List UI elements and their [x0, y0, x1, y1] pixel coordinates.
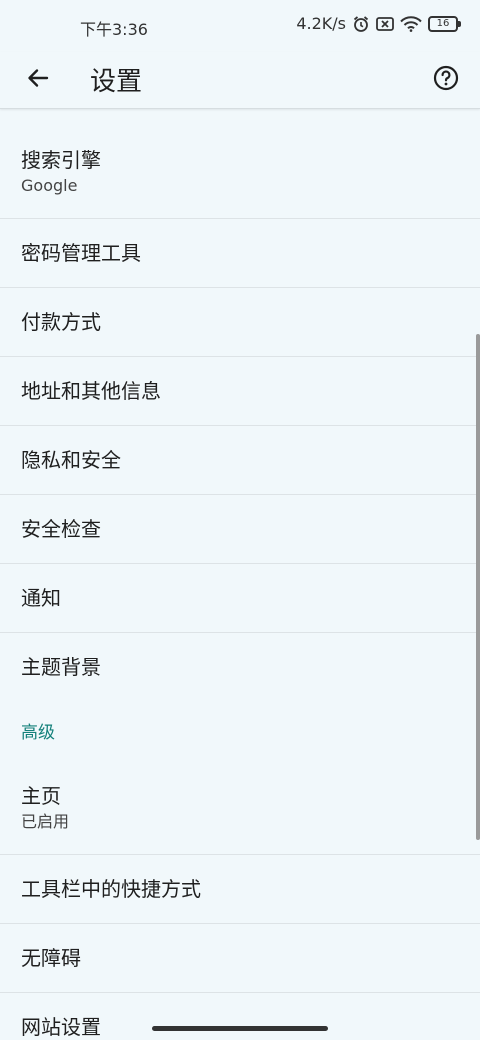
setting-payment-methods[interactable]: 付款方式: [0, 288, 480, 357]
settings-screen: 下午3:36 4.2K/s 16 设置 搜索引擎 Google 密码管理工具 付…: [0, 0, 480, 1040]
scrollbar[interactable]: [476, 334, 480, 840]
alarm-icon: [352, 15, 370, 33]
status-bar: 下午3:36 4.2K/s 16: [0, 0, 480, 52]
setting-subtitle: Google: [21, 176, 78, 195]
setting-homepage[interactable]: 主页 已启用: [0, 762, 480, 855]
page-title: 设置: [90, 67, 143, 97]
home-indicator[interactable]: [152, 1026, 328, 1031]
app-bar: 设置: [0, 52, 480, 109]
setting-title: 密码管理工具: [21, 241, 141, 265]
setting-theme[interactable]: 主题背景: [0, 633, 480, 702]
setting-passwords[interactable]: 密码管理工具: [0, 219, 480, 288]
setting-search-engine[interactable]: 搜索引擎 Google: [0, 126, 480, 219]
wifi-icon: [400, 15, 422, 32]
settings-list: 搜索引擎 Google 密码管理工具 付款方式 地址和其他信息 隐私和安全 安全…: [0, 126, 480, 1040]
status-time: 下午3:36: [80, 20, 148, 39]
help-icon: [433, 65, 459, 95]
setting-title: 地址和其他信息: [21, 379, 161, 403]
setting-safety-check[interactable]: 安全检查: [0, 495, 480, 564]
sim-off-icon: [376, 16, 394, 32]
setting-title: 无障碍: [21, 946, 81, 970]
setting-title: 隐私和安全: [21, 448, 121, 472]
setting-notifications[interactable]: 通知: [0, 564, 480, 633]
setting-title: 搜索引擎: [21, 148, 101, 172]
status-icons: 4.2K/s 16: [296, 14, 461, 33]
setting-title: 付款方式: [21, 310, 101, 334]
network-speed: 4.2K/s: [296, 14, 346, 33]
setting-subtitle: 已启用: [21, 812, 70, 831]
setting-site-settings[interactable]: 网站设置: [0, 993, 480, 1040]
setting-title: 工具栏中的快捷方式: [21, 877, 201, 901]
setting-accessibility[interactable]: 无障碍: [0, 924, 480, 993]
arrow-back-icon: [26, 66, 50, 94]
setting-title: 通知: [21, 586, 61, 610]
setting-privacy-security[interactable]: 隐私和安全: [0, 426, 480, 495]
setting-title: 主页: [21, 784, 61, 808]
setting-title: 主题背景: [21, 655, 101, 679]
help-button[interactable]: [426, 60, 466, 100]
setting-toolbar-shortcut[interactable]: 工具栏中的快捷方式: [0, 855, 480, 924]
setting-addresses[interactable]: 地址和其他信息: [0, 357, 480, 426]
section-header-advanced: 高级: [21, 723, 55, 743]
back-button[interactable]: [18, 60, 58, 100]
battery-icon: 16: [428, 15, 461, 32]
setting-title: 安全检查: [21, 517, 101, 541]
